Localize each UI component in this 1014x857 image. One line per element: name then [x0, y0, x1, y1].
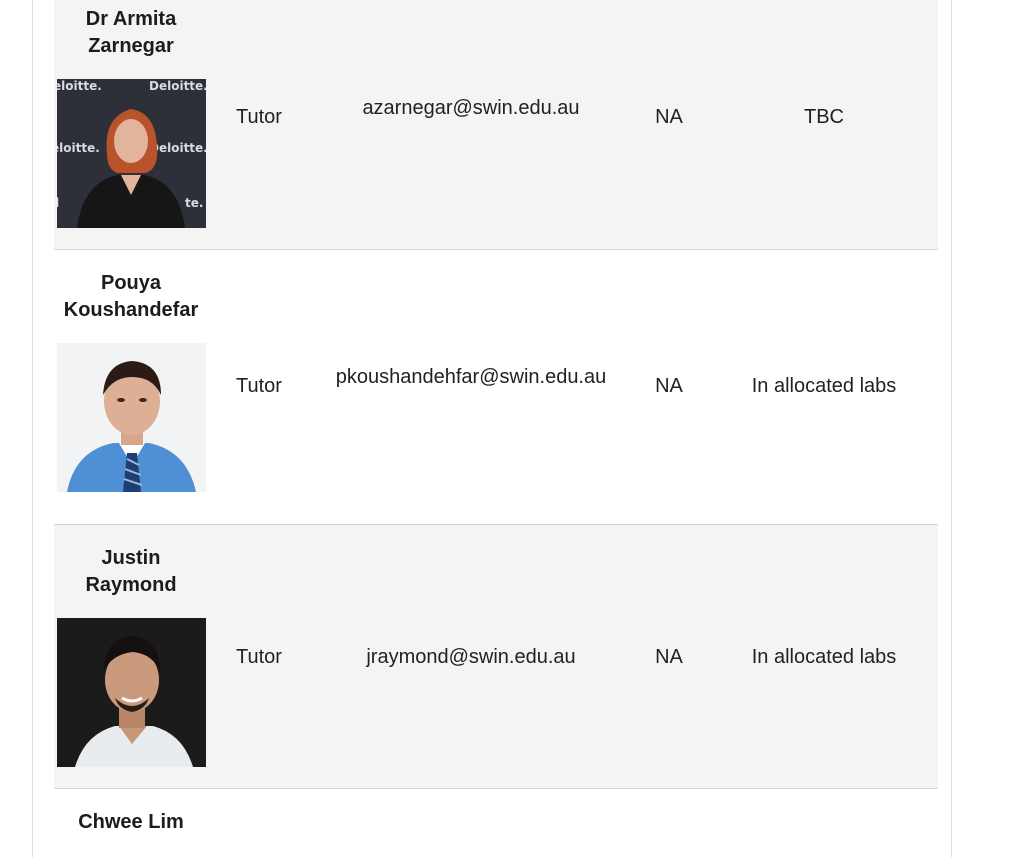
svg-text:te.: te.: [185, 196, 203, 210]
table-row: Chwee Lim: [54, 789, 938, 857]
svg-text:eloitte.: eloitte.: [57, 141, 100, 155]
staff-name-line: Zarnegar: [88, 35, 174, 57]
staff-phone: NA: [655, 375, 683, 397]
staff-email: pkoushandehfar@swin.edu.au: [335, 366, 607, 388]
staff-name-cell: Pouya Koushandefar: [54, 270, 208, 324]
staff-name-line: Raymond: [85, 574, 177, 596]
staff-table: Dr Armita Zarnegar eloitte. Deloitte. el…: [54, 0, 938, 857]
staff-name-line: Dr Armita: [85, 8, 177, 30]
staff-consultation: In allocated labs: [751, 646, 897, 668]
svg-text:el: el: [57, 196, 59, 210]
staff-consultation: TBC: [804, 106, 844, 128]
staff-photo-image: [57, 343, 206, 492]
staff-email: azarnegar@swin.edu.au: [362, 97, 580, 119]
staff-photo: [57, 343, 206, 492]
staff-name-cell: Justin Raymond: [54, 545, 208, 599]
staff-photo-image: eloitte. Deloitte. eloitte. Deloitte. el…: [57, 79, 206, 228]
staff-name-cell: Chwee Lim: [54, 809, 208, 836]
staff-photo: [57, 618, 206, 767]
table-row: Dr Armita Zarnegar eloitte. Deloitte. el…: [54, 0, 938, 250]
staff-photo: eloitte. Deloitte. eloitte. Deloitte. el…: [57, 79, 206, 228]
staff-role: Tutor: [236, 106, 282, 128]
staff-photo-image: [57, 618, 206, 767]
staff-consultation: In allocated labs: [751, 375, 897, 397]
staff-name-cell: Dr Armita Zarnegar: [54, 6, 208, 60]
page: Dr Armita Zarnegar eloitte. Deloitte. el…: [0, 0, 1014, 857]
staff-phone: NA: [655, 106, 683, 128]
staff-name-line: Koushandefar: [63, 299, 199, 321]
table-row: Justin Raymond Tutor jraymond@swin.edu.a…: [54, 525, 938, 789]
svg-text:Deloitte.: Deloitte.: [149, 141, 206, 155]
staff-name-line: Chwee Lim: [78, 811, 184, 833]
staff-role: Tutor: [236, 375, 282, 397]
staff-phone: NA: [655, 646, 683, 668]
table-row: Pouya Koushandefar Tutor pkoushandehfar@…: [54, 250, 938, 525]
staff-name-line: Pouya: [100, 272, 162, 294]
staff-name-line: Justin: [101, 547, 161, 569]
staff-role: Tutor: [236, 646, 282, 668]
staff-email: jraymond@swin.edu.au: [366, 646, 576, 668]
svg-text:eloitte.: eloitte.: [57, 79, 102, 93]
svg-text:Deloitte.: Deloitte.: [149, 79, 206, 93]
